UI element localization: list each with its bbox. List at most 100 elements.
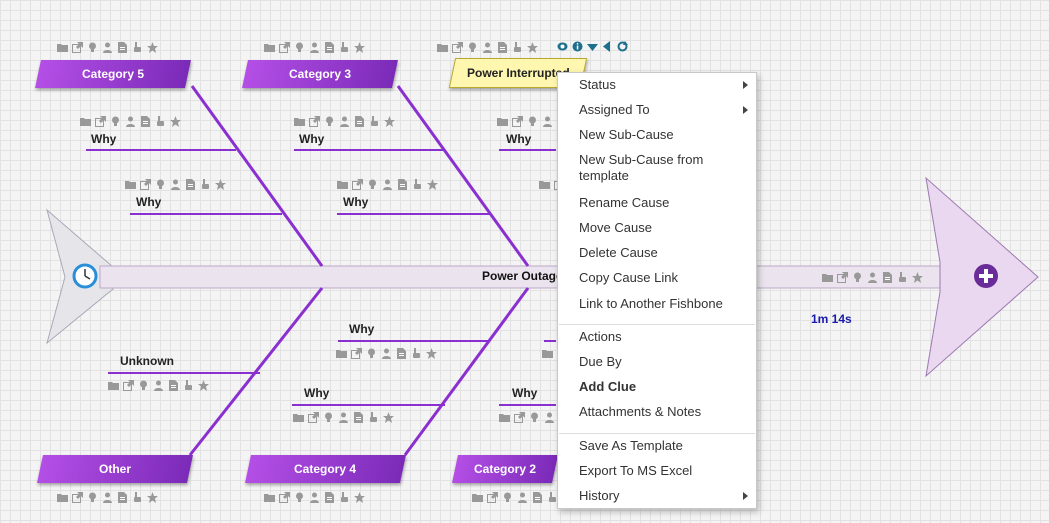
unknown-label[interactable]: Unknown bbox=[120, 354, 174, 368]
refresh-icon[interactable] bbox=[617, 40, 628, 52]
menu-item-move-cause[interactable]: Move Cause bbox=[579, 220, 748, 236]
lightbulb-icon[interactable] bbox=[155, 179, 166, 190]
person-icon[interactable] bbox=[102, 42, 113, 53]
lightbulb-icon[interactable] bbox=[502, 492, 513, 503]
person-icon[interactable] bbox=[339, 116, 350, 127]
document-icon[interactable] bbox=[168, 379, 179, 391]
external-link-icon[interactable] bbox=[351, 347, 362, 359]
menu-item-actions[interactable]: Actions bbox=[579, 329, 748, 345]
category-5-box[interactable]: Category 5 bbox=[35, 60, 191, 88]
external-link-icon[interactable] bbox=[140, 178, 151, 190]
category-2-box[interactable]: Category 2 bbox=[452, 455, 558, 483]
document-icon[interactable] bbox=[397, 178, 408, 190]
hand-icon[interactable] bbox=[412, 178, 423, 190]
lightbulb-icon[interactable] bbox=[467, 42, 478, 53]
folder-icon[interactable] bbox=[80, 116, 91, 127]
category-4-box[interactable]: Category 4 bbox=[245, 455, 406, 483]
external-link-icon[interactable] bbox=[279, 41, 290, 53]
hand-icon[interactable] bbox=[339, 41, 350, 53]
menu-item-save-template[interactable]: Save As Template bbox=[579, 438, 748, 454]
star-icon[interactable] bbox=[147, 41, 158, 53]
external-link-icon[interactable] bbox=[512, 115, 523, 127]
menu-item-copy-cause-link[interactable]: Copy Cause Link bbox=[579, 270, 748, 286]
external-link-icon[interactable] bbox=[452, 41, 463, 53]
hand-icon[interactable] bbox=[897, 271, 908, 283]
person-icon[interactable] bbox=[125, 116, 136, 127]
clock-icon[interactable] bbox=[72, 263, 98, 289]
external-link-icon[interactable] bbox=[352, 178, 363, 190]
folder-icon[interactable] bbox=[57, 492, 68, 503]
star-icon[interactable] bbox=[354, 41, 365, 53]
document-icon[interactable] bbox=[117, 491, 128, 503]
lightbulb-icon[interactable] bbox=[529, 412, 540, 423]
hand-icon[interactable] bbox=[512, 41, 523, 53]
hand-icon[interactable] bbox=[339, 491, 350, 503]
lightbulb-icon[interactable] bbox=[852, 272, 863, 283]
why-label[interactable]: Why bbox=[512, 386, 537, 400]
folder-icon[interactable] bbox=[542, 348, 553, 359]
menu-item-export-excel[interactable]: Export To MS Excel bbox=[579, 463, 748, 479]
menu-item-assigned-to[interactable]: Assigned To bbox=[579, 102, 748, 118]
hand-icon[interactable] bbox=[368, 411, 379, 423]
folder-icon[interactable] bbox=[539, 179, 550, 190]
person-icon[interactable] bbox=[102, 492, 113, 503]
menu-item-status[interactable]: Status bbox=[579, 77, 748, 93]
why-label[interactable]: Why bbox=[299, 132, 324, 146]
eye-icon[interactable] bbox=[557, 41, 568, 52]
person-icon[interactable] bbox=[338, 412, 349, 423]
folder-icon[interactable] bbox=[108, 380, 119, 391]
external-link-icon[interactable] bbox=[95, 115, 106, 127]
star-icon[interactable] bbox=[147, 491, 158, 503]
external-link-icon[interactable] bbox=[72, 41, 83, 53]
category-3-box[interactable]: Category 3 bbox=[242, 60, 398, 88]
folder-icon[interactable] bbox=[264, 492, 275, 503]
star-icon[interactable] bbox=[170, 115, 181, 127]
folder-icon[interactable] bbox=[337, 179, 348, 190]
hand-icon[interactable] bbox=[132, 491, 143, 503]
menu-item-add-clue[interactable]: Add Clue bbox=[579, 379, 748, 395]
lightbulb-icon[interactable] bbox=[366, 348, 377, 359]
folder-icon[interactable] bbox=[499, 412, 510, 423]
folder-icon[interactable] bbox=[264, 42, 275, 53]
lightbulb-icon[interactable] bbox=[367, 179, 378, 190]
person-icon[interactable] bbox=[309, 42, 320, 53]
why-label[interactable]: Why bbox=[304, 386, 329, 400]
star-icon[interactable] bbox=[354, 491, 365, 503]
why-label[interactable]: Why bbox=[343, 195, 368, 209]
hand-icon[interactable] bbox=[183, 379, 194, 391]
document-icon[interactable] bbox=[140, 115, 151, 127]
lightbulb-icon[interactable] bbox=[110, 116, 121, 127]
folder-icon[interactable] bbox=[822, 272, 833, 283]
caret-down-icon[interactable] bbox=[587, 41, 598, 52]
document-icon[interactable] bbox=[354, 115, 365, 127]
problem-statement[interactable]: Power Outage bbox=[482, 269, 563, 283]
lightbulb-icon[interactable] bbox=[323, 412, 334, 423]
star-icon[interactable] bbox=[198, 379, 209, 391]
document-icon[interactable] bbox=[353, 411, 364, 423]
person-icon[interactable] bbox=[381, 348, 392, 359]
hand-icon[interactable] bbox=[369, 115, 380, 127]
info-icon[interactable] bbox=[572, 41, 583, 52]
star-icon[interactable] bbox=[527, 41, 538, 53]
why-label[interactable]: Why bbox=[506, 132, 531, 146]
document-icon[interactable] bbox=[324, 491, 335, 503]
folder-icon[interactable] bbox=[294, 116, 305, 127]
folder-icon[interactable] bbox=[125, 179, 136, 190]
external-link-icon[interactable] bbox=[514, 411, 525, 423]
lightbulb-icon[interactable] bbox=[527, 116, 538, 127]
external-link-icon[interactable] bbox=[308, 411, 319, 423]
person-icon[interactable] bbox=[482, 42, 493, 53]
lightbulb-icon[interactable] bbox=[324, 116, 335, 127]
menu-item-history[interactable]: History bbox=[579, 488, 748, 504]
hand-icon[interactable] bbox=[200, 178, 211, 190]
document-icon[interactable] bbox=[324, 41, 335, 53]
lightbulb-icon[interactable] bbox=[294, 492, 305, 503]
lightbulb-icon[interactable] bbox=[87, 42, 98, 53]
hand-icon[interactable] bbox=[132, 41, 143, 53]
why-label[interactable]: Why bbox=[91, 132, 116, 146]
document-icon[interactable] bbox=[882, 271, 893, 283]
external-link-icon[interactable] bbox=[123, 379, 134, 391]
folder-icon[interactable] bbox=[437, 42, 448, 53]
caret-left-icon[interactable] bbox=[602, 40, 613, 52]
person-icon[interactable] bbox=[382, 179, 393, 190]
